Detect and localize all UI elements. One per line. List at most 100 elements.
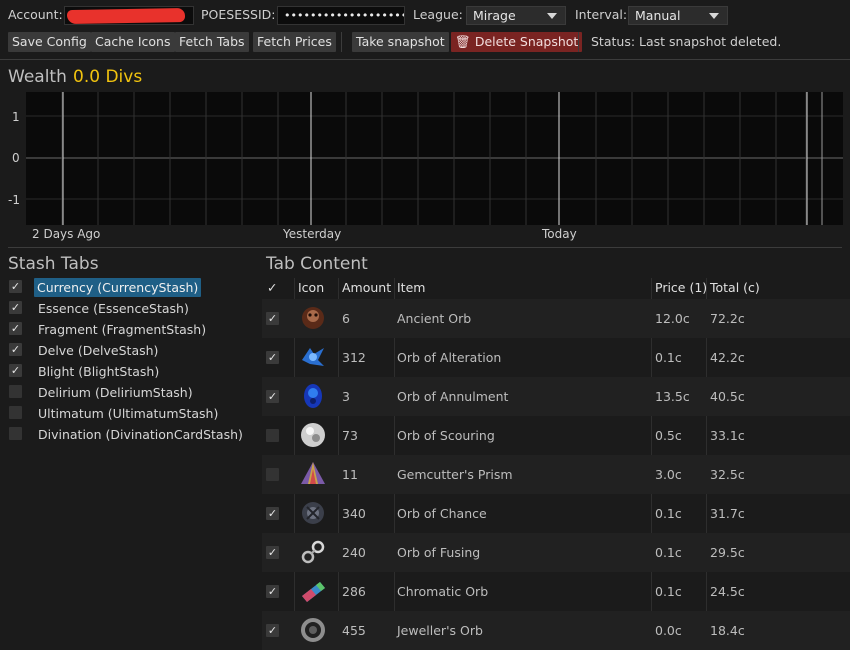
take-snapshot-button[interactable]: Take snapshot <box>352 32 449 52</box>
row-checkbox[interactable]: ✓ <box>266 624 279 637</box>
tab-content-table: ✓ 6 Ancient Orb 12.0c 72.2c ✓ 312 Orb of Altera… <box>262 299 850 650</box>
row-checkbox[interactable]: ✓ <box>266 312 279 325</box>
table-row[interactable]: ✓ 340 Orb of Chance 0.1c 31.7c <box>262 494 850 533</box>
row-item-name: Orb of Alteration <box>397 350 502 365</box>
col-price-header[interactable]: Price (1) <box>655 280 707 295</box>
stash-tab-checkbox[interactable] <box>9 385 22 398</box>
league-select[interactable]: Mirage <box>466 6 566 25</box>
row-checkbox[interactable]: ✓ <box>266 507 279 520</box>
delete-snapshot-label: Delete Snapshot <box>474 34 579 49</box>
table-row[interactable]: ✓ 312 Orb of Alteration 0.1c 42.2c <box>262 338 850 377</box>
row-item-name: Orb of Chance <box>397 506 487 521</box>
row-checkbox[interactable] <box>266 468 279 481</box>
row-item-name: Ancient Orb <box>397 311 472 326</box>
account-input[interactable] <box>64 6 194 25</box>
stash-tab-label[interactable]: Delirium (DeliriumStash) <box>38 383 193 402</box>
orb-of-scouring-icon <box>298 420 328 450</box>
orb-of-chance-icon <box>298 498 328 528</box>
table-row[interactable]: ✓ 286 Chromatic Orb 0.1c 24.5c <box>262 572 850 611</box>
table-row[interactable]: ✓ 455 Jeweller's Orb 0.0c 18.4c <box>262 611 850 650</box>
row-checkbox[interactable]: ✓ <box>266 585 279 598</box>
stash-tab-item[interactable]: ✓ Delve (DelveStash) <box>8 340 253 361</box>
stash-tab-label[interactable]: Divination (DivinationCardStash) <box>38 425 243 444</box>
stash-tab-item[interactable]: Ultimatum (UltimatumStash) <box>8 403 253 424</box>
stash-tab-checkbox[interactable]: ✓ <box>9 364 22 377</box>
y-tick-label: -1 <box>8 193 20 207</box>
table-header: ✓ Icon Amount Item Price (1) Total (c) <box>262 278 850 298</box>
row-checkbox[interactable]: ✓ <box>266 390 279 403</box>
stash-tab-item[interactable]: ✓ Currency (CurrencyStash) <box>8 277 253 298</box>
league-value: Mirage <box>473 8 516 23</box>
stash-tab-item[interactable]: Divination (DivinationCardStash) <box>8 424 253 445</box>
row-checkbox[interactable]: ✓ <box>266 546 279 559</box>
table-row[interactable]: ✓ 240 Orb of Fusing 0.1c 29.5c <box>262 533 850 572</box>
interval-value: Manual <box>635 8 681 23</box>
stash-tab-checkbox[interactable]: ✓ <box>9 301 22 314</box>
row-total: 42.2c <box>710 350 745 365</box>
stash-tab-label[interactable]: Currency (CurrencyStash) <box>34 278 202 297</box>
stash-tab-checkbox[interactable]: ✓ <box>9 280 22 293</box>
stash-tab-label[interactable]: Fragment (FragmentStash) <box>38 320 206 339</box>
row-amount: 3 <box>342 389 350 404</box>
stash-tab-label[interactable]: Blight (BlightStash) <box>38 362 159 381</box>
row-checkbox[interactable] <box>266 429 279 442</box>
status-text: Status: Last snapshot deleted. <box>591 34 782 49</box>
row-item-name: Chromatic Orb <box>397 584 489 599</box>
row-price: 12.0c <box>655 311 690 326</box>
fetch-prices-button[interactable]: Fetch Prices <box>253 32 336 52</box>
wealth-chart[interactable] <box>26 92 843 225</box>
stash-tab-label[interactable]: Ultimatum (UltimatumStash) <box>38 404 218 423</box>
league-label: League: <box>413 7 463 22</box>
col-amount-header[interactable]: Amount <box>342 280 391 295</box>
row-amount: 11 <box>342 467 358 482</box>
interval-select[interactable]: Manual <box>628 6 728 25</box>
stash-tab-item[interactable]: ✓ Essence (EssenceStash) <box>8 298 253 319</box>
fetch-tabs-button[interactable]: Fetch Tabs <box>175 32 249 52</box>
row-checkbox[interactable]: ✓ <box>266 351 279 364</box>
col-total-header[interactable]: Total (c) <box>710 280 760 295</box>
stash-tab-label[interactable]: Delve (DelveStash) <box>38 341 158 360</box>
row-total: 33.1c <box>710 428 745 443</box>
y-tick-label: 0 <box>12 151 20 165</box>
redaction-mark <box>66 7 186 24</box>
row-item-name: Orb of Annulment <box>397 389 509 404</box>
delete-snapshot-button[interactable]: 🗑 Delete Snapshot <box>451 32 583 52</box>
row-total: 32.5c <box>710 467 745 482</box>
row-price: 13.5c <box>655 389 690 404</box>
table-row[interactable]: ✓ 3 Orb of Annulment 13.5c 40.5c <box>262 377 850 416</box>
row-amount: 340 <box>342 506 366 521</box>
orb-of-alteration-icon <box>298 342 328 372</box>
cache-icons-button[interactable]: Cache Icons <box>91 32 175 52</box>
jewellers-orb-icon <box>298 615 328 645</box>
row-item-name: Jeweller's Orb <box>397 623 483 638</box>
table-row[interactable]: 11 Gemcutter's Prism 3.0c 32.5c <box>262 455 850 494</box>
row-amount: 6 <box>342 311 350 326</box>
wealth-title: Wealth <box>8 67 67 87</box>
divider <box>8 247 842 248</box>
stash-tab-checkbox[interactable]: ✓ <box>9 322 22 335</box>
poesessid-label: POESESSID: <box>201 7 276 22</box>
col-item-header[interactable]: Item <box>397 280 425 295</box>
chromatic-orb-icon <box>298 576 328 606</box>
row-price: 0.0c <box>655 623 682 638</box>
col-icon-header[interactable]: Icon <box>298 280 324 295</box>
stash-tab-checkbox[interactable] <box>9 427 22 440</box>
stash-tab-checkbox[interactable] <box>9 406 22 419</box>
poesessid-input[interactable]: •••••••••••••••••••••••••••• <box>277 6 405 25</box>
trash-icon: 🗑 <box>455 34 471 49</box>
y-tick-label: 1 <box>12 110 20 124</box>
stash-tab-item[interactable]: ✓ Fragment (FragmentStash) <box>8 319 253 340</box>
col-check-header[interactable]: ✓ <box>267 280 277 295</box>
stash-tab-item[interactable]: Delirium (DeliriumStash) <box>8 382 253 403</box>
row-total: 18.4c <box>710 623 745 638</box>
divider <box>0 59 850 60</box>
stash-tab-item[interactable]: ✓ Blight (BlightStash) <box>8 361 253 382</box>
table-row[interactable]: ✓ 6 Ancient Orb 12.0c 72.2c <box>262 299 850 338</box>
save-config-button[interactable]: Save Config <box>8 32 91 52</box>
x-tick-label: Yesterday <box>283 227 342 241</box>
table-row[interactable]: 73 Orb of Scouring 0.5c 33.1c <box>262 416 850 455</box>
stash-tab-checkbox[interactable]: ✓ <box>9 343 22 356</box>
x-tick-label: Today <box>542 227 577 241</box>
stash-tab-label[interactable]: Essence (EssenceStash) <box>38 299 189 318</box>
ancient-orb-icon <box>298 303 328 333</box>
